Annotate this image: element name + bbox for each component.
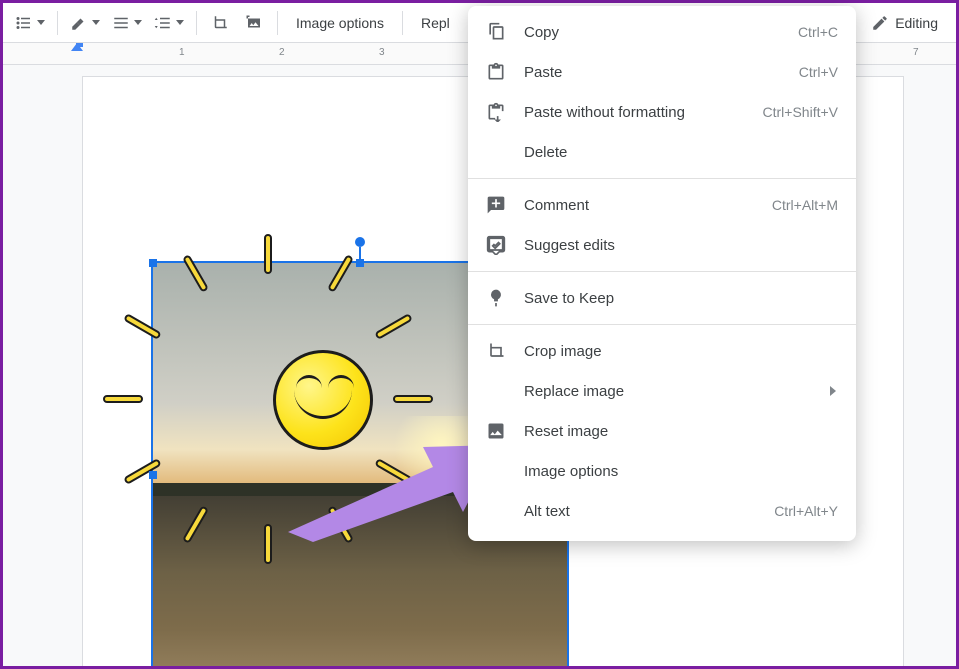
menu-item-delete[interactable]: Delete xyxy=(468,132,856,172)
menu-item-label: Alt text xyxy=(524,503,756,520)
crop-button[interactable] xyxy=(205,8,235,38)
line-spacing-button[interactable] xyxy=(150,8,188,38)
comment-icon xyxy=(486,195,506,215)
menu-item-suggest-edits[interactable]: Suggest edits xyxy=(468,225,856,265)
paste-icon xyxy=(486,62,506,82)
menu-item-label: Paste xyxy=(524,64,781,81)
menu-item-label: Delete xyxy=(524,144,838,161)
menu-item-reset-image[interactable]: Reset image xyxy=(468,411,856,451)
menu-separator xyxy=(468,178,856,179)
menu-item-label: Save to Keep xyxy=(524,290,838,307)
menu-item-label: Paste without formatting xyxy=(524,104,745,121)
resize-handle[interactable] xyxy=(356,259,364,267)
menu-item-shortcut: Ctrl+Alt+Y xyxy=(774,503,838,519)
menu-item-label: Replace image xyxy=(524,383,810,400)
toolbar-separator xyxy=(57,11,58,35)
menu-item-shortcut: Ctrl+C xyxy=(798,24,838,40)
image-options-button[interactable]: Image options xyxy=(286,8,394,38)
suggest-edits-icon xyxy=(486,235,506,255)
reset-image-icon xyxy=(486,421,506,441)
toolbar-separator xyxy=(277,11,278,35)
ruler-tick-label: 7 xyxy=(913,47,919,58)
menu-item-save-to-keep[interactable]: Save to Keep xyxy=(468,278,856,318)
copy-icon xyxy=(486,22,506,42)
bulleted-list-button[interactable] xyxy=(11,8,49,38)
context-menu: Copy Ctrl+C Paste Ctrl+V Paste without f… xyxy=(468,6,856,541)
resize-handle[interactable] xyxy=(149,259,157,267)
cartoon-sun-graphic xyxy=(218,295,428,505)
menu-separator xyxy=(468,271,856,272)
menu-item-crop-image[interactable]: Crop image xyxy=(468,331,856,371)
menu-item-alt-text[interactable]: Alt text Ctrl+Alt+Y xyxy=(468,491,856,531)
menu-item-label: Comment xyxy=(524,197,754,214)
menu-item-shortcut: Ctrl+Alt+M xyxy=(772,197,838,213)
ruler-tick-label: 2 xyxy=(279,47,285,58)
paste-plain-icon xyxy=(486,102,506,122)
rotate-handle-line xyxy=(359,247,361,259)
menu-separator xyxy=(468,324,856,325)
editing-mode-button[interactable]: Editing xyxy=(861,8,948,38)
replace-image-button[interactable]: Replace image xyxy=(411,8,449,38)
menu-item-label: Suggest edits xyxy=(524,237,838,254)
submenu-arrow-icon xyxy=(828,383,838,400)
align-button[interactable] xyxy=(108,8,146,38)
reset-image-button[interactable] xyxy=(239,8,269,38)
blank-icon xyxy=(486,501,506,521)
blank-icon xyxy=(486,461,506,481)
keep-icon xyxy=(486,288,506,308)
menu-item-shortcut: Ctrl+Shift+V xyxy=(763,104,838,120)
crop-icon xyxy=(486,341,506,361)
blank-icon xyxy=(486,381,506,401)
menu-item-copy[interactable]: Copy Ctrl+C xyxy=(468,12,856,52)
menu-item-label: Reset image xyxy=(524,423,838,440)
editing-mode-label: Editing xyxy=(895,15,938,31)
ruler-tick-label: 3 xyxy=(379,47,385,58)
menu-item-label: Image options xyxy=(524,463,838,480)
menu-item-label: Crop image xyxy=(524,343,838,360)
highlight-color-button[interactable] xyxy=(66,8,104,38)
resize-handle[interactable] xyxy=(149,471,157,479)
menu-item-paste[interactable]: Paste Ctrl+V xyxy=(468,52,856,92)
blank-icon xyxy=(486,142,506,162)
toolbar-separator xyxy=(402,11,403,35)
menu-item-paste-without-formatting[interactable]: Paste without formatting Ctrl+Shift+V xyxy=(468,92,856,132)
rotate-handle[interactable] xyxy=(355,237,365,247)
menu-item-image-options[interactable]: Image options xyxy=(468,451,856,491)
menu-item-label: Copy xyxy=(524,24,780,41)
pencil-icon xyxy=(871,14,889,32)
toolbar-separator xyxy=(196,11,197,35)
menu-item-comment[interactable]: Comment Ctrl+Alt+M xyxy=(468,185,856,225)
ruler-tick-label: 1 xyxy=(179,47,185,58)
menu-item-shortcut: Ctrl+V xyxy=(799,64,838,80)
menu-item-replace-image[interactable]: Replace image xyxy=(468,371,856,411)
